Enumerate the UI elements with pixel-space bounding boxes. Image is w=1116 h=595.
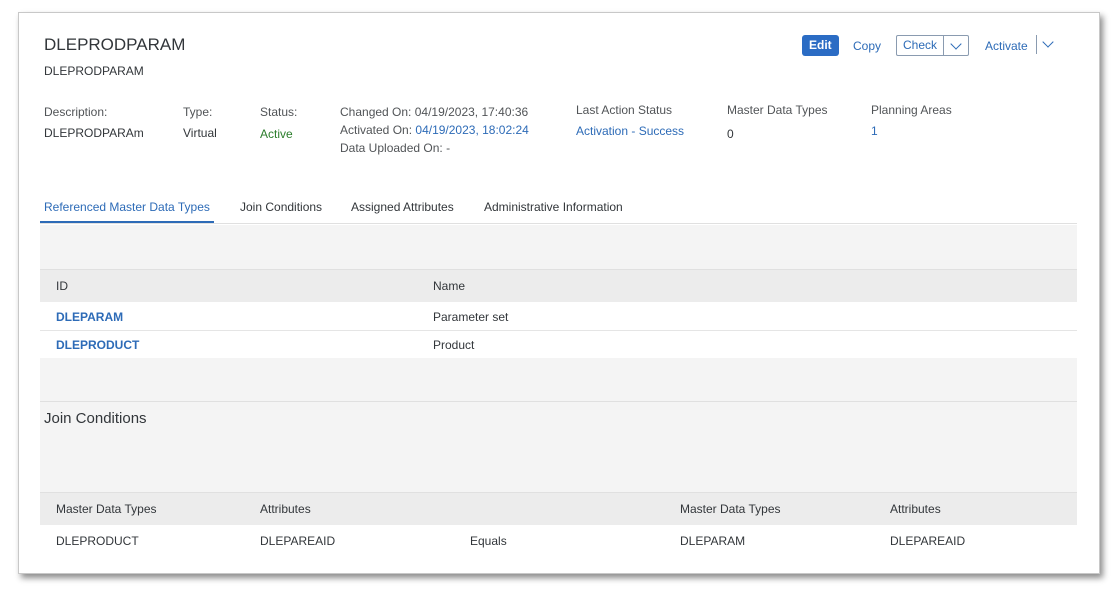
section-spacer (40, 358, 1077, 401)
master-data-type-link[interactable]: DLEPRODUCT (56, 338, 139, 352)
data-uploaded-on-label: Data Uploaded On: (340, 141, 443, 155)
column-header-id[interactable]: ID (56, 279, 68, 293)
check-menu-button[interactable] (943, 36, 968, 55)
column-header-attributes[interactable]: Attributes (260, 502, 311, 516)
object-page: DLEPRODPARAM DLEPRODPARAM Edit Copy Chec… (18, 12, 1100, 574)
column-header-attributes[interactable]: Attributes (890, 502, 941, 516)
changed-on-label: Changed On: (340, 105, 412, 119)
tab-assigned-attributes[interactable]: Assigned Attributes (351, 200, 454, 214)
data-uploaded-on-value: - (446, 141, 451, 155)
tab-administrative-information[interactable]: Administrative Information (484, 200, 623, 214)
table-header-row: ID Name (40, 269, 1077, 303)
planning-areas-link[interactable]: 1 (871, 124, 878, 138)
table-header-row: Master Data Types Attributes Master Data… (40, 492, 1077, 526)
table-row[interactable]: DLEPRODUCT DLEPAREAID Equals DLEPARAM DL… (40, 525, 1077, 555)
master-data-type-name: Parameter set (433, 310, 509, 324)
section-toolbar (40, 225, 1077, 270)
status-label: Status: (260, 105, 298, 119)
table-row[interactable]: DLEPARAM Parameter set (40, 302, 1077, 331)
activate-menu-button[interactable] (1041, 36, 1055, 51)
activated-on-label: Activated On: (340, 123, 413, 137)
description-value: DLEPRODPARAm (44, 126, 144, 140)
master-data-type-name: Product (433, 338, 475, 352)
last-action-status-label: Last Action Status (576, 103, 673, 117)
join-attribute: DLEPAREAID (260, 534, 336, 548)
divider (1036, 35, 1037, 54)
join-operator: Equals (470, 534, 507, 548)
planning-areas-label: Planning Areas (871, 103, 952, 117)
join-master-data-type: DLEPARAM (680, 534, 746, 548)
data-uploaded-on: Data Uploaded On: - (340, 141, 450, 155)
activate-button[interactable]: Activate (985, 39, 1028, 53)
check-split-button: Check (896, 35, 970, 56)
activated-on-link[interactable]: 04/19/2023, 18:02:24 (415, 123, 528, 137)
copy-button[interactable]: Copy (853, 39, 881, 53)
last-action-status-link[interactable]: Activation - Success (576, 124, 684, 138)
master-data-type-link[interactable]: DLEPARAM (56, 310, 123, 324)
column-header-name[interactable]: Name (433, 279, 465, 293)
master-data-types-count: 0 (727, 127, 734, 141)
activated-on: Activated On: 04/19/2023, 18:02:24 (340, 123, 529, 137)
master-data-types-label: Master Data Types (727, 103, 828, 117)
chevron-down-icon (950, 37, 962, 50)
page-title: DLEPRODPARAM (44, 35, 186, 54)
description-label: Description: (44, 105, 108, 119)
type-label: Type: (183, 105, 213, 119)
tab-referenced-master-data-types[interactable]: Referenced Master Data Types (44, 200, 210, 214)
tab-bar-divider (40, 223, 1077, 224)
column-header-master-data-types[interactable]: Master Data Types (56, 502, 157, 516)
check-button[interactable]: Check (897, 36, 943, 55)
column-header-master-data-types[interactable]: Master Data Types (680, 502, 781, 516)
type-value: Virtual (183, 126, 217, 140)
chevron-down-icon (1042, 36, 1054, 48)
page-subtitle: DLEPRODPARAM (44, 64, 144, 78)
tab-join-conditions[interactable]: Join Conditions (240, 200, 322, 214)
changed-on-value: 04/19/2023, 17:40:36 (414, 105, 529, 119)
join-attribute: DLEPAREAID (890, 534, 966, 548)
join-conditions-title: Join Conditions (44, 410, 147, 427)
edit-button[interactable]: Edit (802, 35, 839, 56)
table-row[interactable]: DLEPRODUCT Product (40, 331, 1077, 359)
join-master-data-type: DLEPRODUCT (56, 534, 139, 548)
join-conditions-section (40, 401, 1077, 494)
changed-on: Changed On: 04/19/2023, 17:40:36 (340, 105, 528, 119)
status-value: Active (260, 127, 293, 141)
